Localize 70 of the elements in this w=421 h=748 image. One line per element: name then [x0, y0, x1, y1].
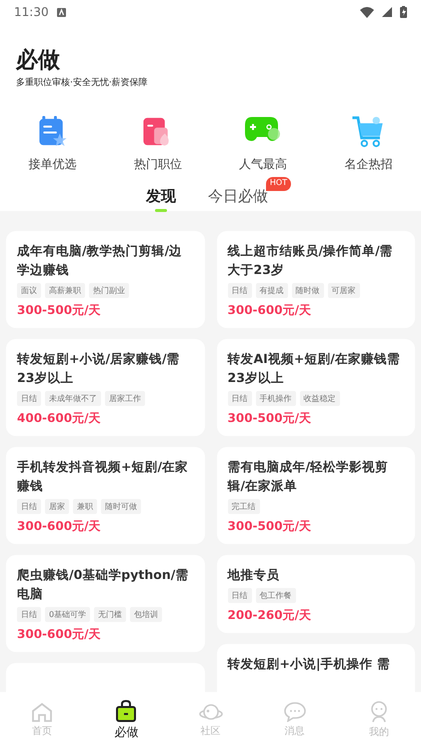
- job-tag: 日结: [228, 588, 252, 603]
- job-title: 地推专员: [228, 566, 280, 584]
- job-tag: 包培训: [130, 607, 162, 622]
- job-tag: 面议: [17, 283, 41, 298]
- page-title: 必做: [16, 47, 61, 75]
- job-tag: 日结: [17, 499, 41, 514]
- job-tag: 未成年做不了: [45, 391, 101, 406]
- job-tag: 0基础可学: [45, 607, 90, 622]
- job-pay: 300-600元/天: [17, 518, 102, 535]
- job-tag: 无门槛: [94, 607, 126, 622]
- job-tag: 热门副业: [89, 283, 129, 298]
- job-pay: 200-260元/天: [228, 607, 312, 624]
- signal-icon: [382, 7, 392, 17]
- page-subtitle: 多重职位审核·安全无忧·薪资保障: [16, 76, 149, 89]
- job-tag: 日结: [17, 607, 41, 622]
- job-title: 转发AI视频+短剧/在家赚钱需23岁以上: [228, 350, 401, 387]
- job-pay: 300-500元/天: [228, 410, 312, 427]
- job-pay: 300-600元/天: [17, 626, 102, 643]
- category-button[interactable]: 接单优选: [0, 115, 106, 173]
- job-tag: 收益稳定: [300, 391, 340, 406]
- job-card[interactable]: 转发短剧+小说/居家赚钱/需23岁以上 日结 未成年做不了 居家工作 400-600元/天: [6, 339, 204, 436]
- job-tag: 高薪兼职: [45, 283, 85, 298]
- notepad-icon: [38, 115, 68, 148]
- job-card[interactable]: 手机转发抖音视频+短剧/在家赚钱 日结 居家 兼职 随时可做 300-600元/天: [6, 447, 204, 544]
- job-tag: 兼职: [73, 499, 97, 514]
- job-title: 转发短剧+小说|手机操作 需: [228, 655, 391, 673]
- planet-icon: [198, 702, 222, 722]
- job-title: 成年有电脑/教学热门剪辑/边学边赚钱: [17, 242, 184, 279]
- person-icon: [368, 701, 389, 723]
- job-tag: 居家: [45, 499, 69, 514]
- status-time: 11:30: [14, 5, 49, 19]
- job-title: 转发短剧+小说/居家赚钱/需23岁以上: [17, 350, 181, 387]
- job-card[interactable]: 线上超市结账员/操作简单/需大于23岁 日结 有提成 随时做 可居家 300-600元/天: [216, 231, 415, 328]
- job-card[interactable]: 爬虫赚钱/0基础学python/需电脑 日结 0基础可学 无门槛 包培训 300-600元/天: [6, 555, 204, 652]
- job-card[interactable]: 成年有电脑/教学热门剪辑/边学边赚钱 面议 高薪兼职 热门副业 300-500元/天: [6, 231, 204, 328]
- job-pay: 400-600元/天: [17, 410, 102, 427]
- job-tag: 包工作餐: [256, 588, 296, 603]
- job-tag: 日结: [228, 391, 252, 406]
- job-card[interactable]: 地推专员 日结 包工作餐 200-260元/天: [216, 555, 415, 633]
- category-button[interactable]: 名企热招: [316, 115, 421, 173]
- job-pay: 300-500元/天: [228, 518, 312, 535]
- notification-icon: [56, 8, 66, 16]
- home-icon: [31, 702, 54, 722]
- job-tag: 完工结: [228, 499, 260, 514]
- hot-badge: HOT: [266, 177, 292, 191]
- wifi-icon: [360, 6, 374, 18]
- job-title: 线上超市结账员/操作简单/需大于23岁: [228, 242, 394, 279]
- job-tag: 手机操作: [256, 391, 296, 406]
- job-tag: 有提成: [256, 283, 288, 298]
- category-button[interactable]: 人气最高: [210, 115, 316, 173]
- job-title: 爬虫赚钱/0基础学python/需电脑: [17, 566, 190, 603]
- bag-icon: [115, 700, 138, 722]
- tab[interactable]: 发现: [130, 185, 192, 212]
- job-title: 手机转发抖音视频+短剧/在家赚钱: [17, 458, 190, 495]
- job-title: 需有电脑成年/轻松学影视剪辑/在家派单: [228, 458, 390, 495]
- nav-item[interactable]: 必做: [84, 692, 168, 748]
- job-tag: 日结: [17, 391, 41, 406]
- job-card[interactable]: 转发短剧+小说|手机操作 需: [216, 644, 415, 692]
- job-tag: 随时做: [292, 283, 324, 298]
- job-card[interactable]: 转发AI视频+短剧/在家赚钱需23岁以上 日结 手机操作 收益稳定 300-500元/天: [216, 339, 415, 436]
- job-tag: 可居家: [328, 283, 360, 298]
- job-pay: 300-600元/天: [228, 302, 312, 319]
- job-tag: 日结: [228, 283, 252, 298]
- job-tag: 随时可做: [101, 499, 141, 514]
- job-tag: 居家工作: [105, 391, 145, 406]
- chat-icon: [284, 702, 306, 722]
- category-button[interactable]: 热门职位: [105, 115, 210, 173]
- job-card[interactable]: 需有电脑成年/轻松学影视剪辑/在家派单 完工结 300-500元/天: [216, 447, 415, 544]
- battery-icon: [400, 6, 407, 18]
- job-pay: 300-500元/天: [17, 302, 102, 319]
